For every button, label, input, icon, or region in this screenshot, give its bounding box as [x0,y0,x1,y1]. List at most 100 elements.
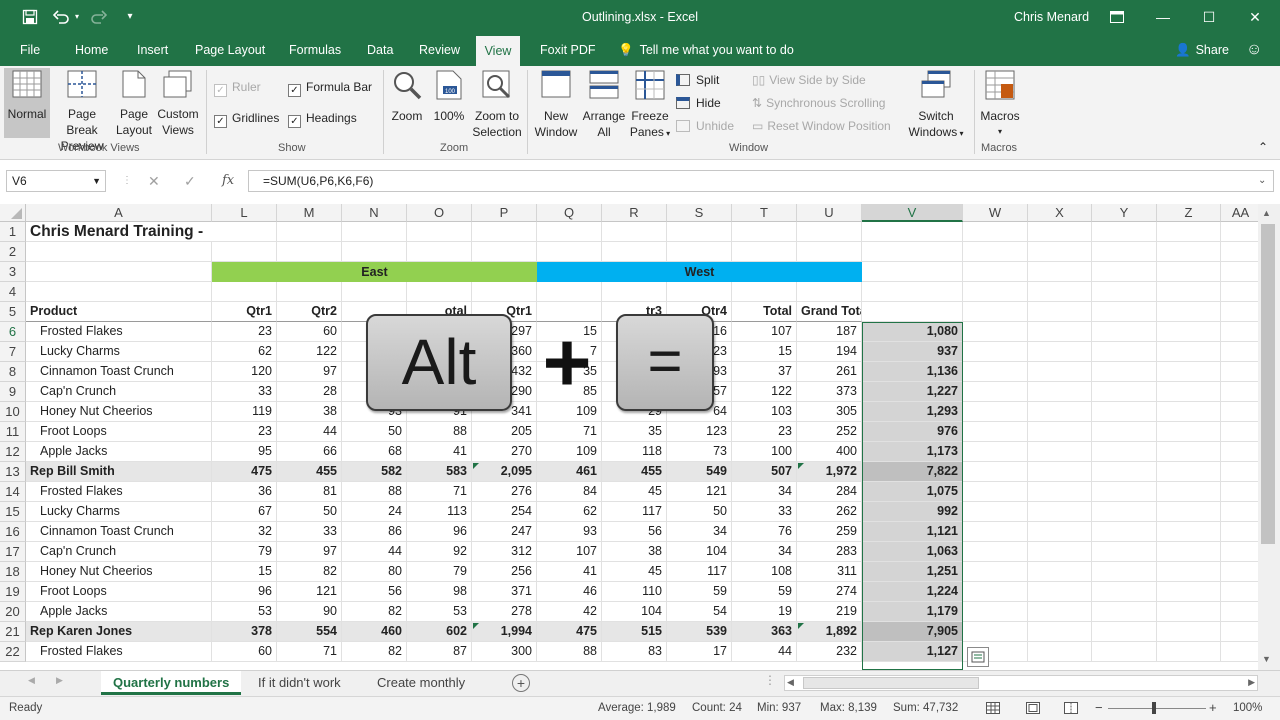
value-cell[interactable]: 121 [277,582,342,602]
new-window-button[interactable]: New Window [532,70,580,140]
cell[interactable] [1157,522,1221,542]
cell[interactable] [1028,302,1092,322]
vertical-scroll-thumb[interactable] [1261,224,1275,544]
value-cell[interactable]: 455 [277,462,342,482]
scroll-down-icon[interactable]: ▼ [1262,654,1271,664]
zoom-level[interactable]: 100% [1233,697,1262,719]
value-cell[interactable]: 515 [602,622,667,642]
value-cell[interactable]: 86 [342,522,407,542]
grand-total-cell[interactable]: 1,075 [862,482,963,502]
cell[interactable] [1092,402,1157,422]
close-icon[interactable]: ✕ [1232,0,1278,34]
grand-total-cell[interactable]: 1,173 [862,442,963,462]
cell[interactable] [1157,422,1221,442]
grand-total-cell[interactable]: 937 [862,342,963,362]
cell[interactable] [1157,442,1221,462]
cell[interactable] [472,242,537,262]
row-header-15[interactable]: 15 [0,502,26,522]
subtotal-label[interactable]: Rep Karen Jones [26,622,212,642]
value-cell[interactable]: 119 [212,402,277,422]
value-cell[interactable]: 1,892 [797,622,862,642]
row-header-5[interactable]: 5 [0,302,26,322]
cell[interactable] [407,282,472,302]
cell[interactable] [963,242,1028,262]
gridlines-checkbox[interactable]: ✓ Gridlines [214,111,279,128]
cell[interactable] [963,522,1028,542]
cell[interactable] [1157,602,1221,622]
cell[interactable] [1028,602,1092,622]
value-cell[interactable]: 38 [602,542,667,562]
value-cell[interactable]: 583 [407,462,472,482]
cell[interactable] [1157,482,1221,502]
value-cell[interactable]: 276 [472,482,537,502]
scroll-right-icon[interactable]: ▶ [1248,677,1255,688]
product-name[interactable]: Frosted Flakes [26,482,212,502]
cell[interactable] [1157,322,1221,342]
product-name[interactable]: Cap'n Crunch [26,542,212,562]
save-icon[interactable] [20,7,40,27]
cell[interactable] [1221,262,1258,282]
tab-insert[interactable]: Insert [137,34,168,66]
cell[interactable] [1028,562,1092,582]
cell[interactable] [862,262,963,282]
region-band-east[interactable]: East [212,262,537,282]
new-sheet-plus-icon[interactable]: + [512,674,530,692]
cell[interactable] [537,282,602,302]
value-cell[interactable]: 19 [732,602,797,622]
column-header-r[interactable]: R [602,204,667,222]
product-name[interactable]: Lucky Charms [26,502,212,522]
cell[interactable] [1028,362,1092,382]
cell[interactable] [1157,502,1221,522]
sheet-tab-if-it-didnt-work[interactable]: If it didn't work [246,671,353,695]
value-cell[interactable]: 44 [277,422,342,442]
value-cell[interactable]: 205 [472,422,537,442]
value-cell[interactable]: 121 [667,482,732,502]
value-cell[interactable]: 460 [342,622,407,642]
cell[interactable] [1221,442,1258,462]
value-cell[interactable]: 123 [667,422,732,442]
value-cell[interactable]: 100 [732,442,797,462]
row-header-1[interactable]: 1 [0,222,26,242]
value-cell[interactable]: 60 [212,642,277,662]
column-header-w[interactable]: W [963,204,1028,222]
vertical-scrollbar[interactable]: ▲ ▼ [1258,204,1280,670]
grand-total-cell[interactable]: 1,080 [862,322,963,342]
subtotal-label[interactable]: Rep Bill Smith [26,462,212,482]
status-min[interactable]: Min: 937 [757,697,801,719]
zoom-100-button[interactable]: 100 100% [431,70,467,124]
value-cell[interactable]: 59 [732,582,797,602]
page-layout-view-icon[interactable] [1026,697,1040,720]
cell[interactable] [1028,442,1092,462]
cell[interactable] [1157,382,1221,402]
normal-view-button[interactable]: Normal [4,70,50,122]
value-cell[interactable]: 259 [797,522,862,542]
value-cell[interactable]: 56 [342,582,407,602]
status-max[interactable]: Max: 8,139 [820,697,877,719]
value-cell[interactable]: 82 [277,562,342,582]
value-cell[interactable]: 42 [537,602,602,622]
value-cell[interactable]: 283 [797,542,862,562]
maximize-icon[interactable]: ☐ [1186,0,1232,34]
cell[interactable] [277,282,342,302]
row-header-20[interactable]: 20 [0,602,26,622]
value-cell[interactable]: 60 [277,322,342,342]
value-cell[interactable]: 79 [407,562,472,582]
header-cell[interactable]: Grand Total [797,302,862,322]
cell[interactable] [1157,362,1221,382]
value-cell[interactable]: 88 [342,482,407,502]
cell[interactable] [1221,542,1258,562]
cell[interactable] [472,282,537,302]
cell[interactable] [1221,422,1258,442]
value-cell[interactable]: 252 [797,422,862,442]
cell[interactable] [1092,302,1157,322]
value-cell[interactable]: 33 [277,522,342,542]
cell[interactable] [1221,482,1258,502]
cell[interactable] [1028,262,1092,282]
cell[interactable] [342,242,407,262]
value-cell[interactable]: 475 [212,462,277,482]
product-name[interactable]: Lucky Charms [26,342,212,362]
row-header-11[interactable]: 11 [0,422,26,442]
cell[interactable] [602,282,667,302]
column-header-n[interactable]: N [342,204,407,222]
cell[interactable] [1157,262,1221,282]
